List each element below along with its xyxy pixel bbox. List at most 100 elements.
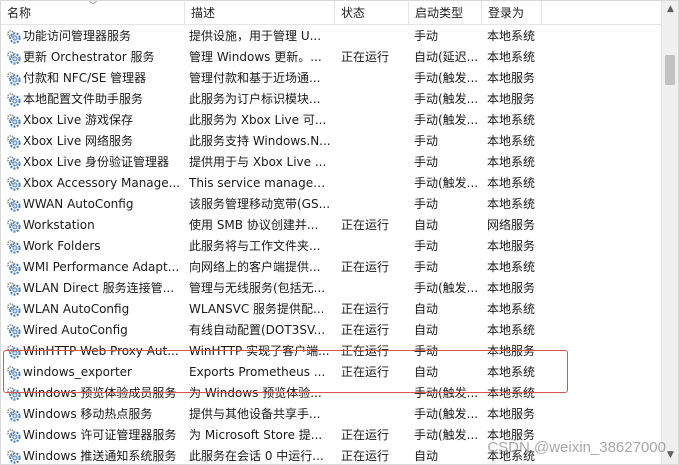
table-row[interactable]: 付款和 NFC/SE 管理器 管理付款和基于近场通... 手动(触发... 本地服务 [1, 68, 661, 89]
service-name-cell: Windows 预览体验成员服务 [23, 386, 177, 400]
column-header-status-label: 状态 [341, 6, 366, 20]
scroll-up-arrow-icon[interactable]: ▲ [662, 1, 678, 18]
gear-icon [6, 281, 21, 296]
service-description-cell: 为 Windows 预览体验... [189, 386, 322, 400]
gear-icon [6, 449, 21, 464]
service-startup-type-cell: 手动(触发... [414, 281, 479, 295]
service-status-cell [341, 173, 409, 194]
service-name-cell: Xbox Live 身份验证管理器 [23, 155, 170, 169]
table-row[interactable]: Workstation 使用 SMB 协议创建并... 正在运行 自动 网络服务 [1, 215, 661, 236]
service-startup-type-cell: 自动(延迟... [414, 50, 479, 64]
gear-icon [6, 239, 21, 254]
service-logon-as-cell: 网络服务 [487, 218, 536, 232]
gear-icon [6, 344, 21, 359]
service-status-cell [341, 404, 409, 425]
service-name-cell: WLAN Direct 服务连接管... [23, 281, 175, 295]
service-startup-type-cell: 自动 [414, 449, 439, 463]
table-row[interactable]: 功能访问管理器服务 提供设施，用于管理 U... 手动 本地系统 [1, 26, 661, 47]
service-description-cell: 提供设施，用于管理 U... [189, 29, 322, 43]
service-description-cell: 提供用于与 Xbox Live ... [189, 155, 327, 169]
service-startup-type-cell: 手动 [414, 134, 439, 148]
gear-icon [6, 29, 21, 44]
service-logon-as-cell: 本地服务 [487, 407, 536, 421]
table-row[interactable]: Xbox Live 身份验证管理器 提供用于与 Xbox Live ... 手动 本地… [1, 152, 661, 173]
service-status-cell: 正在运行 [341, 428, 390, 442]
service-description-cell: 提供与其他设备共享手... [189, 407, 321, 421]
watermark-text: CSDN @weixin_38627000 [487, 439, 666, 456]
service-startup-type-cell: 手动 [414, 197, 439, 211]
table-row[interactable]: 更新 Orchestrator 服务 管理 Windows 更新。... 正在运行 自… [1, 47, 661, 68]
service-description-cell: 向网络上的客户端提供... [189, 260, 321, 274]
table-row[interactable]: Xbox Live 网络服务 此服务支持 Windows.N... 手动 本地系统 [1, 131, 661, 152]
scrollbar-thumb[interactable] [665, 55, 675, 85]
gear-icon [6, 260, 21, 275]
table-row[interactable]: Wired AutoConfig 有线自动配置(DOT3SV... 正在运行 自动 本地… [1, 320, 661, 341]
gear-icon [6, 176, 21, 191]
service-status-cell [341, 194, 409, 215]
service-name-cell: 更新 Orchestrator 服务 [23, 50, 155, 64]
gear-icon [6, 71, 21, 86]
gear-icon [6, 302, 21, 317]
service-description-cell: WinHTTP 实现了客户端... [189, 344, 330, 358]
service-description-cell: Exports Prometheus ... [189, 365, 326, 379]
column-header-description[interactable]: 描述 [185, 1, 335, 24]
service-logon-as-cell: 本地系统 [487, 197, 536, 211]
service-description-cell: 为 Microsoft Store 提... [189, 428, 323, 442]
table-row[interactable]: WLAN AutoConfig WLANSVC 服务提供配... 正在运行 自动 本地系… [1, 299, 661, 320]
gear-icon [6, 386, 21, 401]
service-logon-as-cell: 本地服务 [487, 281, 536, 295]
service-name-cell: Wired AutoConfig [23, 323, 128, 337]
service-logon-as-cell: 本地系统 [487, 386, 536, 400]
service-name-cell: Windows 许可证管理器服务 [23, 428, 177, 442]
table-row[interactable]: WLAN Direct 服务连接管... 管理与无线服务(包括无... 手动(触发.… [1, 278, 661, 299]
column-header-bar: 名称 ﹀ 描述 状态 启动类型 登录为 [1, 1, 661, 25]
service-status-cell [341, 236, 409, 257]
service-name-cell: Windows 移动热点服务 [23, 407, 153, 421]
service-logon-as-cell: 本地系统 [487, 155, 536, 169]
column-header-startup-type[interactable]: 启动类型 [409, 1, 482, 24]
table-row[interactable]: Xbox Live 游戏保存 此服务为 Xbox Live 可... 手动(触发..… [1, 110, 661, 131]
service-status-cell [341, 278, 409, 299]
service-logon-as-cell: 本地系统 [487, 134, 536, 148]
table-row[interactable]: Windows 预览体验成员服务为 Windows 预览体验... 手动(触发..… [1, 383, 661, 404]
service-name-cell: Xbox Accessory Manage... [23, 176, 181, 190]
service-description-cell: 此服务为订户标识模块... [189, 92, 321, 106]
table-row[interactable]: Work Folders 此服务将与工作文件夹... 手动 本地服务 [1, 236, 661, 257]
service-status-cell: 正在运行 [341, 260, 390, 274]
service-description-cell: 该服务管理移动宽带(GS... [189, 197, 331, 211]
service-startup-type-cell: 手动(触发... [414, 407, 479, 421]
service-description-cell: 使用 SMB 协议创建并... [189, 218, 319, 232]
service-description-cell: 管理付款和基于近场通... [189, 71, 321, 85]
service-status-cell [341, 383, 409, 404]
service-status-cell [341, 110, 409, 131]
service-name-cell: windows_exporter [23, 365, 132, 379]
service-name-cell: Xbox Live 网络服务 [23, 134, 134, 148]
service-startup-type-cell: 手动 [414, 29, 439, 43]
service-description-cell: 此服务为 Xbox Live 可... [189, 113, 327, 127]
table-row[interactable]: Xbox Accessory Manage... This service man… [1, 173, 661, 194]
table-row[interactable]: WWAN AutoConfig 该服务管理移动宽带(GS... 手动 本地系统 [1, 194, 661, 215]
service-name-cell: 功能访问管理器服务 [23, 29, 132, 43]
vertical-scrollbar[interactable]: ▲ ▼ [661, 1, 678, 464]
column-header-status[interactable]: 状态 [335, 1, 409, 24]
service-logon-as-cell: 本地系统 [487, 365, 536, 379]
gear-icon [6, 155, 21, 170]
gear-icon [6, 407, 21, 422]
service-name-cell: WMI Performance Adapt... [23, 260, 180, 274]
table-row[interactable]: windows_exporter Exports Prometheus ... 正在… [1, 362, 661, 383]
gear-icon [6, 365, 21, 380]
service-logon-as-cell: 本地系统 [487, 176, 536, 190]
service-logon-as-cell: 本地服务 [487, 239, 536, 253]
column-header-logon-as[interactable]: 登录为 [482, 1, 542, 24]
column-header-name[interactable]: 名称 ﹀ [1, 1, 185, 24]
service-logon-as-cell: 本地服务 [487, 344, 536, 358]
service-name-cell: Xbox Live 游戏保存 [23, 113, 134, 127]
service-status-cell [341, 68, 409, 89]
table-row[interactable]: 本地配置文件助手服务 此服务为订户标识模块... 手动(触发... 本地服务 [1, 89, 661, 110]
table-row[interactable]: WinHTTP Web Proxy Aut... WinHTTP 实现了客户端..… [1, 341, 661, 362]
column-header-name-label: 名称 [7, 6, 32, 20]
service-name-cell: Workstation [23, 218, 95, 232]
table-row[interactable]: Windows 移动热点服务 提供与其他设备共享手... 手动(触发... 本地服务 [1, 404, 661, 425]
table-row[interactable]: WMI Performance Adapt... 向网络上的客户端提供... 正在运… [1, 257, 661, 278]
service-logon-as-cell: 本地系统 [487, 50, 536, 64]
